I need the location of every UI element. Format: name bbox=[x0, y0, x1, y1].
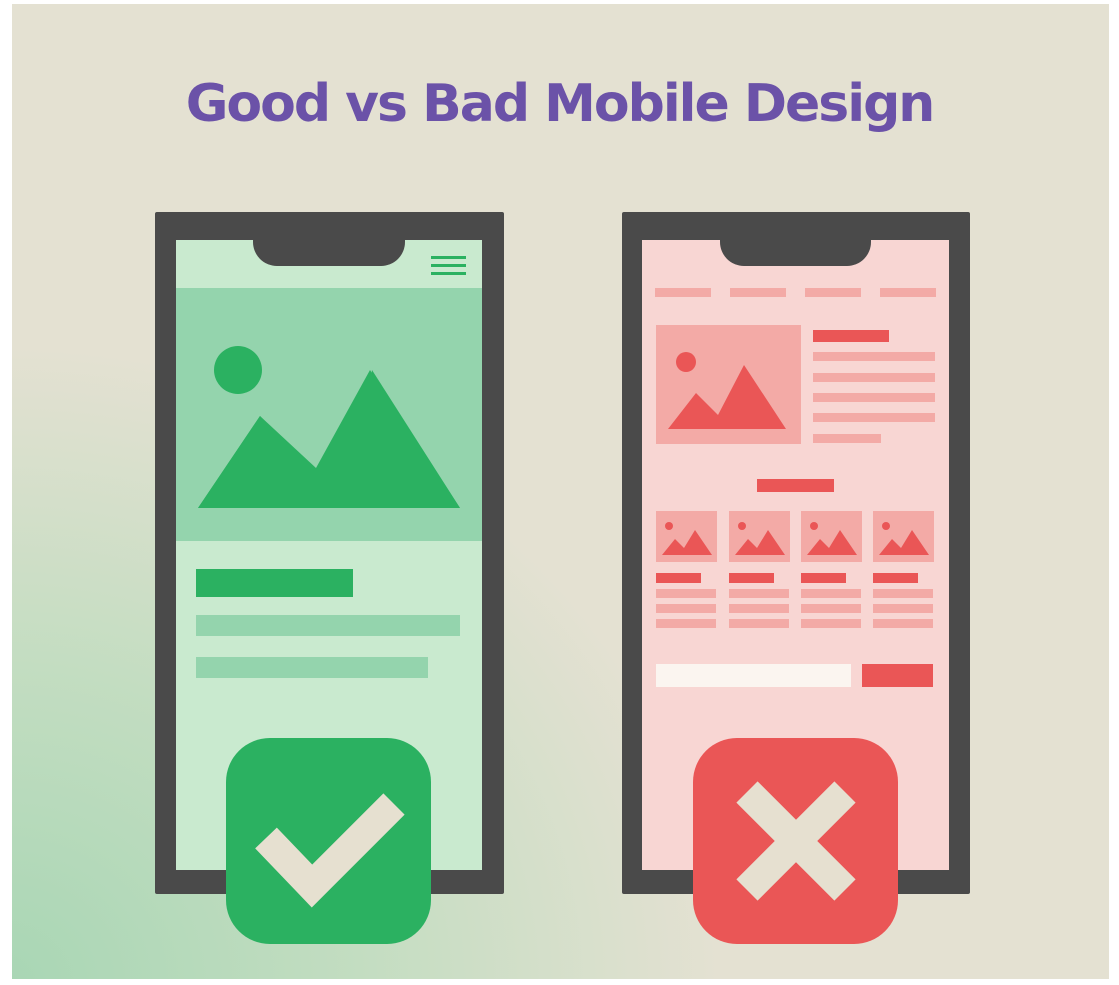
bad-thumb-text bbox=[873, 604, 933, 613]
image-placeholder-icon bbox=[879, 530, 929, 555]
bad-thumb-text bbox=[656, 604, 716, 613]
bad-thumb-title bbox=[656, 573, 701, 583]
bad-thumb-title bbox=[729, 573, 774, 583]
good-text-line bbox=[196, 615, 460, 636]
bad-nav-item[interactable] bbox=[655, 288, 711, 297]
bad-input-field[interactable] bbox=[656, 664, 851, 687]
image-border bbox=[0, 979, 1119, 985]
bad-thumbnail bbox=[656, 511, 717, 562]
infographic: Good vs Bad Mobile Design bbox=[0, 0, 1119, 985]
image-border bbox=[0, 0, 12, 985]
bad-badge bbox=[693, 738, 898, 944]
image-placeholder-icon bbox=[662, 530, 712, 555]
bad-thumb-title bbox=[801, 573, 846, 583]
bad-nav-item[interactable] bbox=[805, 288, 861, 297]
page-title: Good vs Bad Mobile Design bbox=[185, 74, 936, 134]
bad-thumb-text bbox=[729, 604, 789, 613]
checkmark-icon bbox=[255, 793, 405, 908]
bad-text-line bbox=[813, 393, 935, 402]
bad-nav-item[interactable] bbox=[880, 288, 936, 297]
image-placeholder-icon bbox=[807, 530, 857, 555]
bad-text-line bbox=[813, 352, 935, 361]
good-phone-notch bbox=[253, 235, 405, 266]
bad-thumb-title bbox=[873, 573, 918, 583]
image-placeholder-icon bbox=[198, 370, 460, 508]
bad-submit-button[interactable] bbox=[862, 664, 933, 687]
bad-thumb-text bbox=[729, 589, 789, 598]
bad-phone-notch bbox=[720, 235, 871, 266]
bad-thumb-text bbox=[656, 589, 716, 598]
bad-section-heading bbox=[757, 479, 834, 492]
bad-text-line bbox=[813, 373, 935, 382]
bad-thumb-text bbox=[873, 619, 933, 628]
bad-thumb-text bbox=[801, 589, 861, 598]
bad-thumb-text bbox=[801, 604, 861, 613]
bad-nav-item[interactable] bbox=[730, 288, 786, 297]
bad-text-line bbox=[813, 434, 881, 443]
cross-icon bbox=[736, 781, 856, 901]
image-border bbox=[0, 0, 1119, 4]
bad-thumb-text bbox=[873, 589, 933, 598]
image-border bbox=[1109, 0, 1119, 985]
good-heading-bar bbox=[196, 569, 353, 597]
image-placeholder-icon bbox=[668, 365, 786, 429]
bad-thumb-text bbox=[729, 619, 789, 628]
bad-thumb-text bbox=[801, 619, 861, 628]
bad-thumb-text bbox=[656, 619, 716, 628]
bad-thumbnail bbox=[729, 511, 790, 562]
good-badge bbox=[226, 738, 431, 944]
bad-thumbnail bbox=[873, 511, 934, 562]
image-placeholder-icon bbox=[735, 530, 785, 555]
good-text-line bbox=[196, 657, 428, 678]
bad-thumbnail bbox=[801, 511, 862, 562]
bad-heading-bar bbox=[813, 330, 889, 342]
bad-text-line bbox=[813, 413, 935, 422]
